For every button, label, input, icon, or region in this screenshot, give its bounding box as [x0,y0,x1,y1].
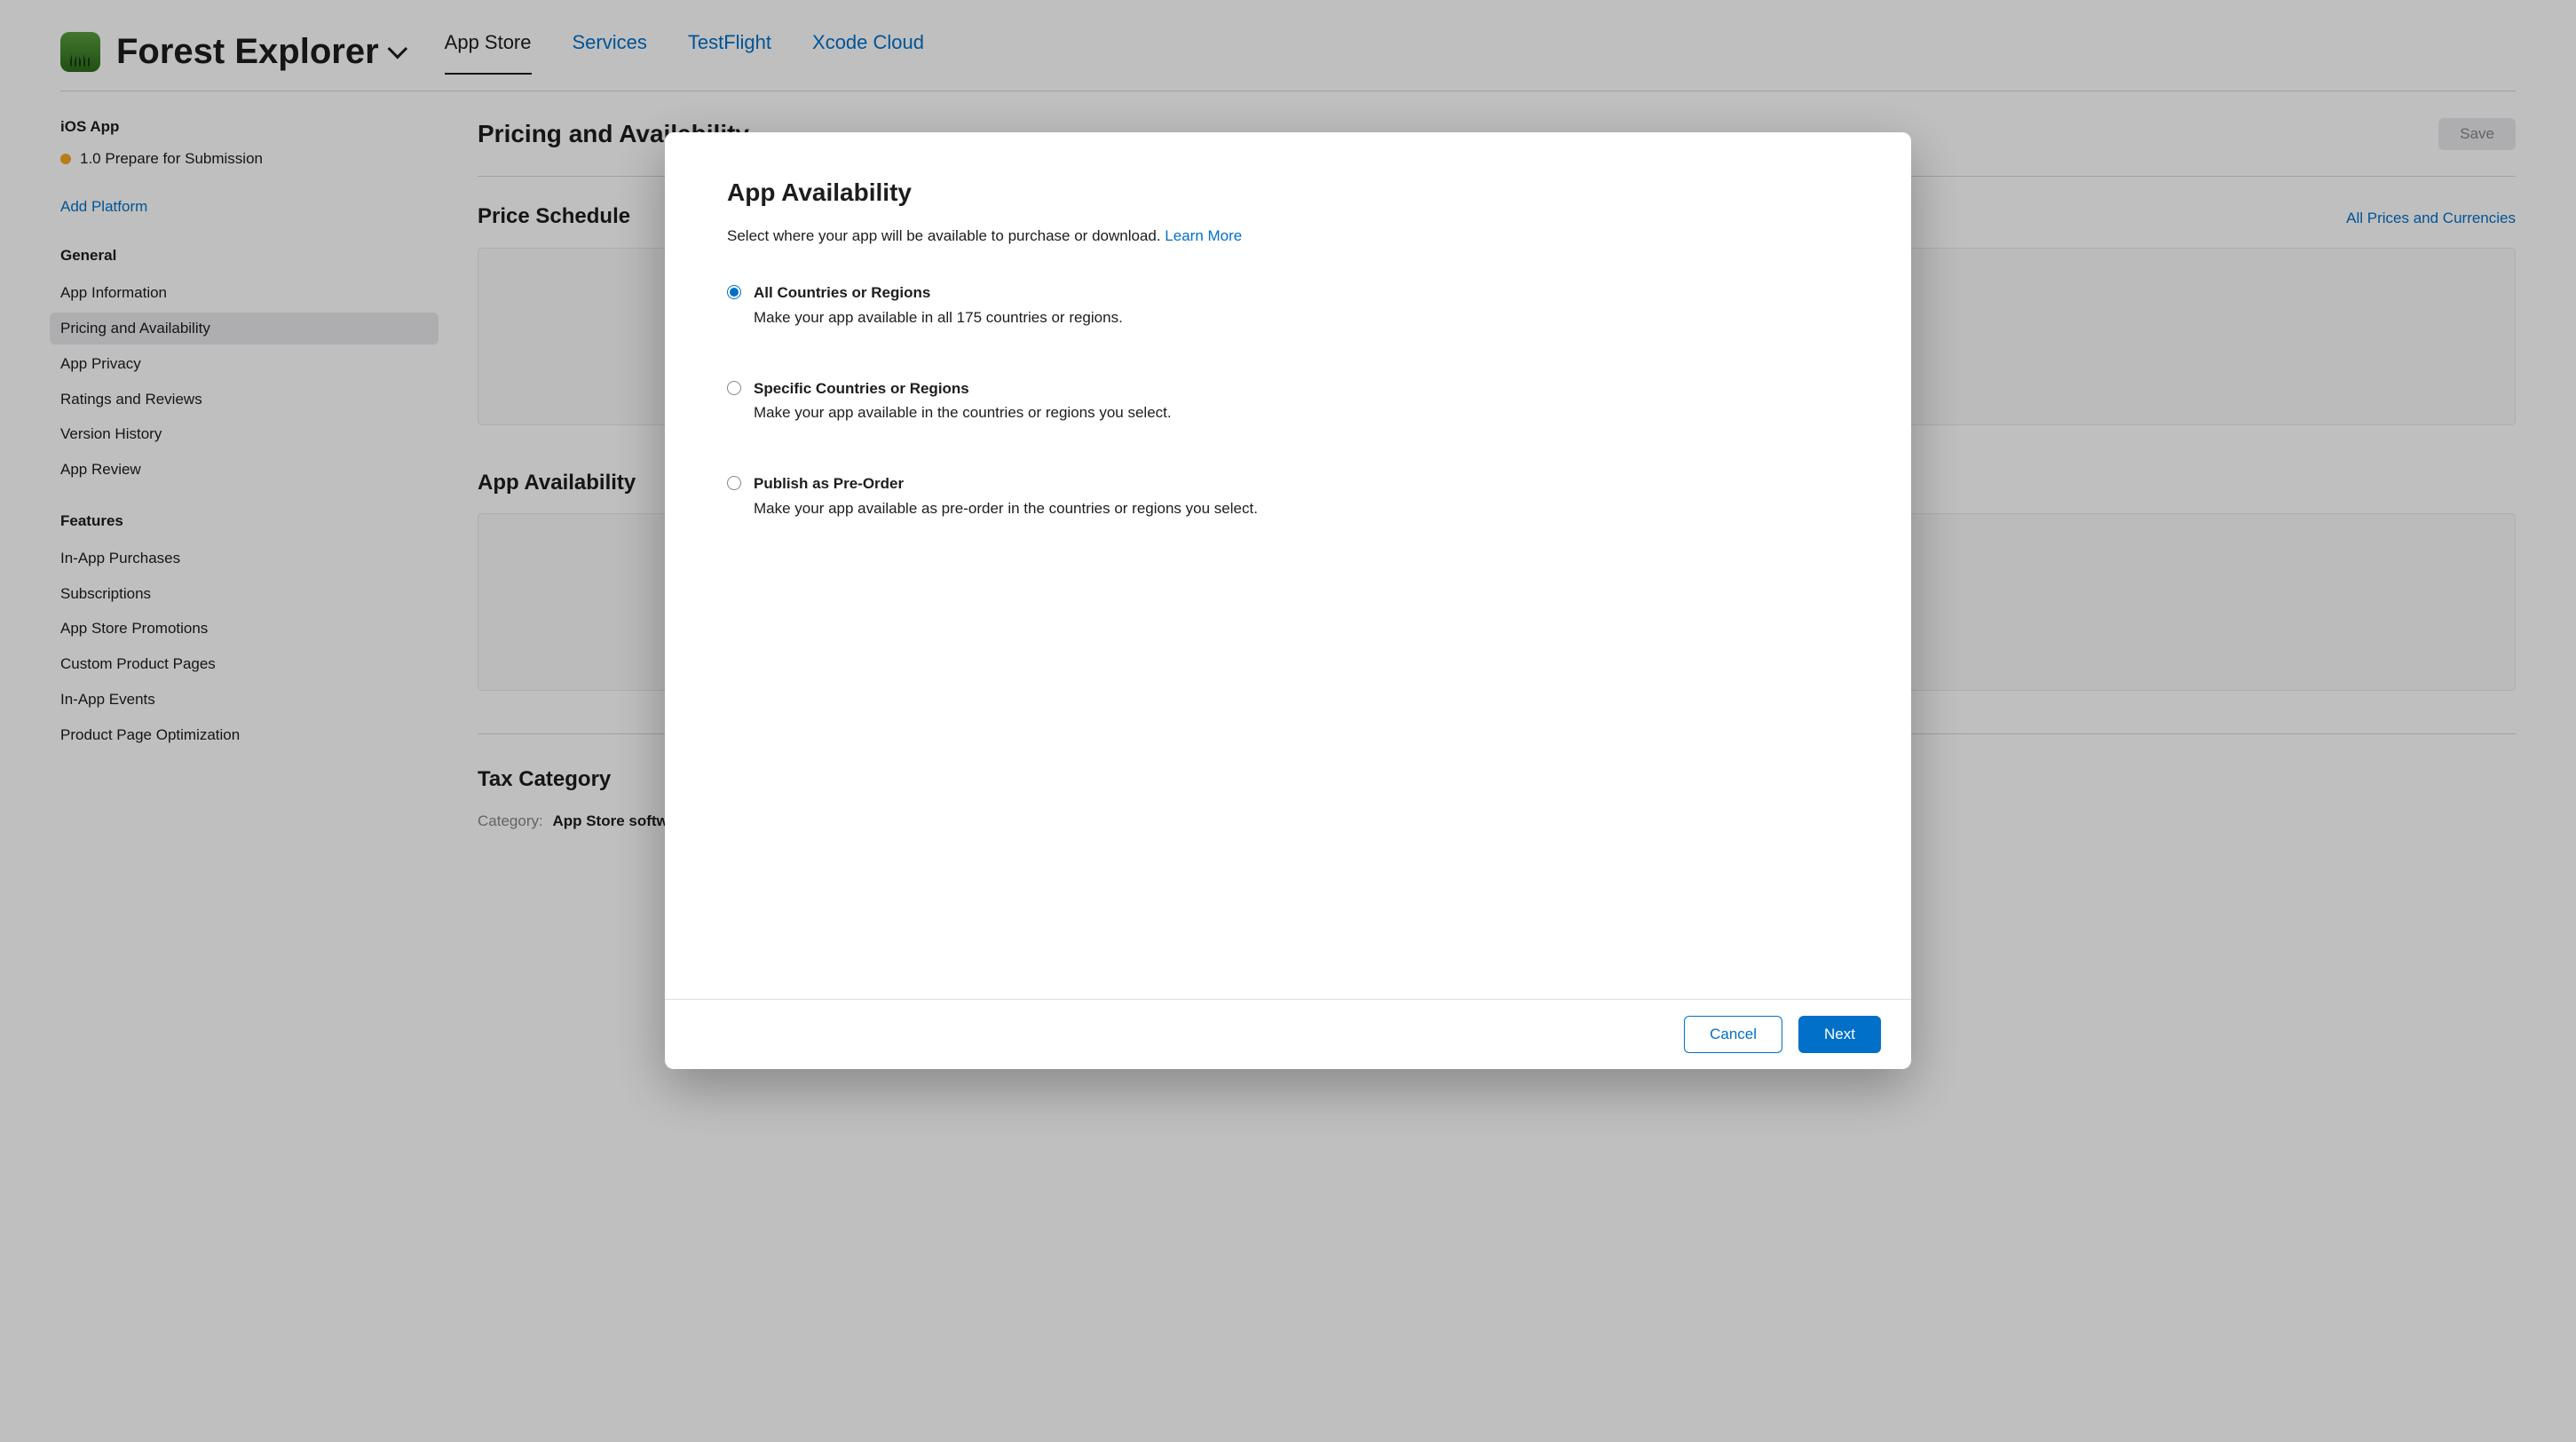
learn-more-link[interactable]: Learn More [1165,227,1242,244]
radio-label: All Countries or Regions [754,282,1123,304]
cancel-button[interactable]: Cancel [1684,1016,1782,1053]
radio-label: Publish as Pre-Order [754,473,1258,495]
radio-desc: Make your app available in all 175 count… [754,307,1123,329]
app-availability-modal: App Availability Select where your app w… [665,132,1911,1069]
radio-group: All Countries or Regions Make your app a… [727,282,1849,519]
modal-title: App Availability [727,175,1849,210]
radio-option-all[interactable]: All Countries or Regions Make your app a… [727,282,1849,329]
next-button[interactable]: Next [1798,1016,1881,1053]
radio-option-preorder[interactable]: Publish as Pre-Order Make your app avail… [727,473,1849,519]
radio-option-specific[interactable]: Specific Countries or Regions Make your … [727,378,1849,424]
modal-desc: Select where your app will be available … [727,226,1849,247]
modal-desc-text: Select where your app will be available … [727,227,1165,244]
radio-desc: Make your app available in the countries… [754,402,1172,424]
modal-footer: Cancel Next [665,999,1911,1069]
radio-desc: Make your app available as pre-order in … [754,498,1258,519]
radio-label: Specific Countries or Regions [754,378,1172,400]
radio-icon[interactable] [727,285,741,299]
radio-icon[interactable] [727,381,741,395]
radio-icon[interactable] [727,476,741,490]
